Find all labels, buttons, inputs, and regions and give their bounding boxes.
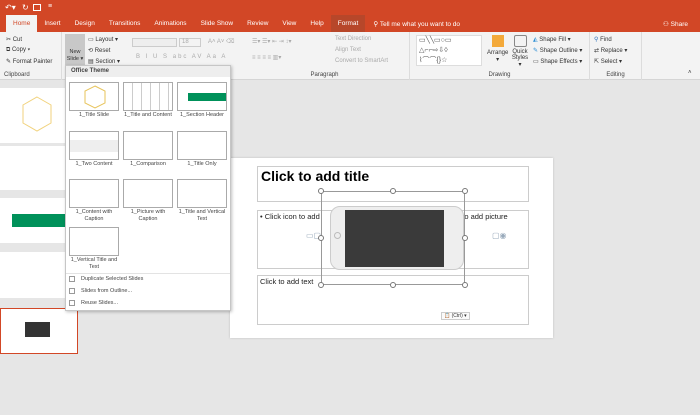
find-button[interactable]: ⚲ Find <box>594 36 612 43</box>
text-direction-button[interactable]: Text Direction <box>335 36 371 42</box>
tab-design[interactable]: Design <box>68 15 102 32</box>
copy-button[interactable]: ⧉ Copy ▾ <box>6 47 30 54</box>
quick-styles-icon <box>513 35 527 47</box>
redo-icon[interactable]: ↻ <box>22 3 29 12</box>
resize-handle[interactable] <box>462 282 468 288</box>
reuse-slides[interactable]: Reuse Slides... <box>69 300 118 306</box>
font-size-dropdown[interactable]: 18 <box>179 38 201 47</box>
tab-home[interactable]: Home <box>6 15 38 32</box>
resize-handle[interactable] <box>462 235 468 241</box>
tell-me-label: Tell me what you want to do <box>379 20 461 28</box>
list-buttons[interactable]: ☰▾ ☰▾ ⇤ ⇥ ↕▾ <box>252 38 292 45</box>
layout-button[interactable]: ▭ Layout ▾ <box>88 36 118 43</box>
editing-group: ⚲ Find ⇄ Replace ▾ ⇱ Select ▾ Editing <box>590 32 642 80</box>
resize-handle[interactable] <box>390 282 396 288</box>
tab-transitions[interactable]: Transitions <box>102 15 148 32</box>
layout-title-slide[interactable]: 1_Title Slide <box>69 82 119 119</box>
layout-title-and-content[interactable]: 1_Title and Content <box>123 82 173 119</box>
shapes-gallery[interactable]: ▭╲╲▭○▭ △⌐⌐⇨⇩◊ ⌇⌒⌒{}☆ <box>416 35 482 66</box>
font-style-buttons[interactable]: B I U S abc AV Aa A <box>136 54 227 60</box>
slide-thumbnail-5-selected[interactable] <box>0 308 78 354</box>
slide-canvas[interactable]: Click to add title • Click icon to add n… <box>230 158 553 338</box>
clipboard-group: ✂ Cut ⧉ Copy ▾ ✎ Format Painter Clipboar… <box>0 32 62 80</box>
paragraph-label: Paragraph <box>310 72 339 78</box>
tell-me-search[interactable]: ⚲ Tell me what you want to do <box>373 20 460 28</box>
tab-animations[interactable]: Animations <box>147 15 193 32</box>
cut-button[interactable]: ✂ Cut <box>6 36 22 43</box>
format-painter-button[interactable]: ✎ Format Painter <box>6 58 52 65</box>
editing-label: Editing <box>606 72 625 78</box>
text-placeholder-text: Click to add text <box>260 277 314 286</box>
tab-view[interactable]: View <box>275 15 303 32</box>
selection-box <box>321 191 465 285</box>
shape-outline-button[interactable]: ✎ Shape Outline ▾ <box>533 47 582 54</box>
align-text-button[interactable]: Align Text <box>335 47 361 53</box>
font-name-dropdown[interactable] <box>132 38 177 47</box>
outline-icon <box>69 288 75 294</box>
resize-handle[interactable] <box>318 282 324 288</box>
customize-quick-access-icon[interactable]: ≡ <box>48 3 52 10</box>
collapse-ribbon-icon[interactable]: ˄ <box>688 70 692 76</box>
folder-icon <box>69 300 75 306</box>
layout-section-header[interactable]: 1_Section Header <box>177 82 227 119</box>
section-button[interactable]: ▤ Section ▾ <box>88 58 120 65</box>
new-slide-button[interactable]: New Slide ▾ <box>65 34 85 69</box>
share-label: Share <box>670 20 688 28</box>
layout-two-content[interactable]: 1_Two Content <box>69 131 119 168</box>
paragraph-group: ☰▾ ☰▾ ⇤ ⇥ ↕▾ ≡ ≡ ≡ ≡ ▥▾ Text Direction A… <box>240 32 410 80</box>
new-slide-layout-menu: Office Theme 1_Title Slide 1_Title and C… <box>65 65 231 311</box>
undo-icon[interactable]: ↶▾ <box>5 3 16 12</box>
hexagon-shape <box>22 96 52 132</box>
quick-styles-button[interactable]: Quick Styles ▾ <box>510 35 530 68</box>
tab-insert[interactable]: Insert <box>37 15 67 32</box>
tab-slide-show[interactable]: Slide Show <box>194 15 241 32</box>
shape-effects-button[interactable]: ▭ Shape Effects ▾ <box>533 58 582 65</box>
phone-image-thumbnail <box>25 322 50 337</box>
replace-button[interactable]: ⇄ Replace ▾ <box>594 47 627 54</box>
insert-picture-icon[interactable]: ▢◉ <box>492 231 507 240</box>
select-button[interactable]: ⇱ Select ▾ <box>594 58 622 65</box>
font-size-buttons[interactable]: A˄ A˅ ⌫ <box>208 38 235 45</box>
tab-help[interactable]: Help <box>303 15 330 32</box>
ribbon-tabs: Home Insert Design Transitions Animation… <box>0 15 700 32</box>
duplicate-icon <box>69 276 75 282</box>
tab-format[interactable]: Format <box>330 15 366 32</box>
align-buttons[interactable]: ≡ ≡ ≡ ≡ ▥▾ <box>252 54 281 61</box>
layout-vertical-title-and-text[interactable]: 1_Vertical Title and Text <box>69 227 119 271</box>
layout-title-and-vertical-text[interactable]: 1_Title and Vertical Text <box>177 179 227 223</box>
drawing-group: ▭╲╲▭○▭ △⌐⌐⇨⇩◊ ⌇⌒⌒{}☆ Arrange ▾ Quick Styles… <box>410 32 590 80</box>
layout-content-with-caption[interactable]: 1_Content with Caption <box>69 179 119 223</box>
convert-smartart-button[interactable]: Convert to SmartArt <box>335 58 388 64</box>
shape-fill-button[interactable]: ◭ Shape Fill ▾ <box>533 36 571 43</box>
clipboard-label: Clipboard <box>4 72 30 78</box>
tab-review[interactable]: Review <box>240 15 275 32</box>
person-icon: ⚇ <box>663 20 671 28</box>
layout-picture-with-caption[interactable]: 1_Picture with Caption <box>123 179 173 223</box>
menu-header: Office Theme <box>66 66 230 77</box>
reset-button[interactable]: ⟲ Reset <box>88 47 110 54</box>
drawing-label: Drawing <box>488 72 511 78</box>
share-button[interactable]: ⚇ Share <box>663 20 688 28</box>
arrange-button[interactable]: Arrange ▾ <box>487 35 508 63</box>
title-text: Click to add title <box>261 168 370 184</box>
duplicate-selected-slides[interactable]: Duplicate Selected Slides <box>69 276 143 282</box>
menu-divider <box>66 273 230 274</box>
resize-handle[interactable] <box>462 188 468 194</box>
layout-title-only[interactable]: 1_Title Only <box>177 131 227 168</box>
paste-options-button[interactable]: 📋 (Ctrl) ▾ <box>441 312 470 320</box>
resize-handle[interactable] <box>318 188 324 194</box>
layout-comparison[interactable]: 1_Comparison <box>123 131 173 168</box>
resize-handle[interactable] <box>390 188 396 194</box>
vertical-scrollbar[interactable] <box>690 80 700 415</box>
content-left-text: • Click icon to add <box>260 212 320 221</box>
slides-from-outline[interactable]: Slides from Outline... <box>69 288 132 294</box>
resize-handle[interactable] <box>318 235 324 241</box>
start-slideshow-icon[interactable] <box>33 4 41 11</box>
arrange-icon <box>491 35 504 47</box>
